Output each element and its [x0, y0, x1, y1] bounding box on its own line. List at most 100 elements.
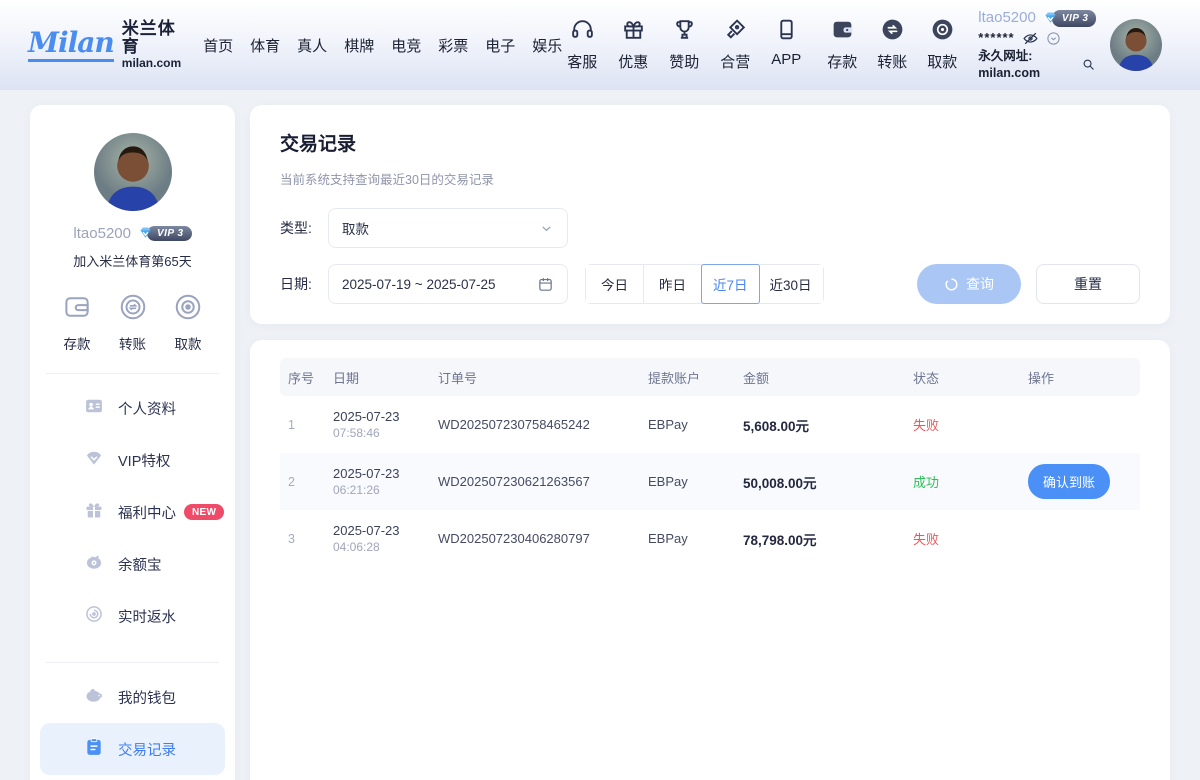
- customer-service-link[interactable]: 客服: [562, 17, 602, 72]
- table-row: 3 2025-07-23 04:06:28 WD2025072304062807…: [280, 510, 1140, 567]
- nav-chess[interactable]: 棋牌: [344, 35, 374, 56]
- row-index: 2: [280, 453, 325, 510]
- table-row: 2 2025-07-23 06:21:26 WD2025072306212635…: [280, 453, 1140, 510]
- nav-sports[interactable]: 体育: [250, 35, 280, 56]
- app-link[interactable]: APP: [766, 17, 806, 72]
- sidebar-item-profile[interactable]: 个人资料: [30, 382, 235, 434]
- sidebar: ltao5200 VIP 3 加入米兰体育第65天 存款 转账: [30, 105, 235, 780]
- avatar[interactable]: [1110, 19, 1162, 71]
- query-button-label: 查询: [966, 274, 994, 294]
- sidebar-item-vip[interactable]: VIP特权: [30, 434, 235, 486]
- type-label: 类型:: [280, 218, 328, 238]
- nav-home[interactable]: 首页: [203, 35, 233, 56]
- my-wallet-icon: [84, 685, 104, 710]
- partner-label: 合营: [720, 51, 750, 72]
- logo-script-text: Milan: [28, 28, 114, 61]
- chevron-circle-icon[interactable]: [1046, 31, 1061, 46]
- col-index: 序号: [280, 358, 325, 396]
- top-bar: Milan 米兰体育 milan.com 首页 体育 真人 棋牌 电竞 彩票 电…: [0, 0, 1200, 90]
- withdraw-filled-icon: [930, 17, 955, 47]
- sidebar-username: ltao5200: [73, 225, 131, 242]
- date-label: 日期:: [280, 274, 328, 294]
- rebate-icon: [84, 604, 104, 629]
- magnifier-icon[interactable]: [1081, 57, 1096, 72]
- customer-service-label: 客服: [567, 51, 597, 72]
- logo-domain: milan.com: [122, 57, 181, 70]
- sidebar-item-transactions[interactable]: 交易记录: [40, 723, 225, 775]
- nav-lottery[interactable]: 彩票: [438, 35, 468, 56]
- row-time: 07:58:46: [333, 426, 422, 440]
- row-action: [1020, 510, 1140, 567]
- promotions-label: 优惠: [618, 51, 648, 72]
- deposit-label-top: 存款: [827, 51, 857, 72]
- row-order-no: WD202507230758465242: [430, 396, 640, 453]
- promotions-link[interactable]: 优惠: [613, 17, 653, 72]
- target-outline-icon: [173, 292, 203, 327]
- deposit-action-label: 存款: [64, 333, 91, 353]
- col-account: 提款账户: [640, 358, 735, 396]
- nav-entertainment[interactable]: 娱乐: [532, 35, 562, 56]
- row-action: [1020, 396, 1140, 453]
- withdraw-action-label: 取款: [175, 333, 202, 353]
- sidebar-item-yuebao[interactable]: 余额宝: [30, 538, 235, 590]
- eye-off-icon[interactable]: [1022, 30, 1039, 47]
- row-time: 04:06:28: [333, 540, 422, 554]
- reset-button[interactable]: 重置: [1036, 264, 1140, 304]
- balance-mask: ******: [978, 29, 1014, 47]
- divider: [46, 662, 219, 663]
- main-nav: 首页 体育 真人 棋牌 电竞 彩票 电子 娱乐: [203, 35, 562, 56]
- sidebar-item-wallet[interactable]: 我的钱包: [30, 671, 235, 723]
- row-date: 2025-07-23: [333, 409, 422, 424]
- range-today-button[interactable]: 今日: [586, 265, 644, 303]
- vip-diamond-icon: [1042, 10, 1059, 27]
- confirm-receipt-button[interactable]: 确认到账: [1028, 464, 1110, 499]
- deposit-link-top[interactable]: 存款: [822, 17, 862, 72]
- withdraw-link-top[interactable]: 取款: [922, 17, 962, 72]
- range-30days-button[interactable]: 近30日: [759, 265, 823, 303]
- sidebar-item-benefits[interactable]: 福利中心 NEW: [30, 486, 235, 538]
- vip-badge: VIP 3: [1042, 10, 1097, 28]
- row-datetime: 2025-07-23 06:21:26: [325, 453, 430, 510]
- table-header-row: 序号 日期 订单号 提款账户 金额 状态 操作: [280, 358, 1140, 396]
- date-range-input[interactable]: 2025-07-19 ~ 2025-07-25: [328, 264, 568, 304]
- transfer-link-top[interactable]: 转账: [872, 17, 912, 72]
- row-status: 失败: [905, 396, 1020, 453]
- username[interactable]: ltao5200: [978, 8, 1036, 28]
- transfer-action[interactable]: 转账: [118, 292, 148, 353]
- id-card-icon: [84, 396, 104, 421]
- sidebar-item-bets[interactable]: 投注记录: [30, 775, 235, 780]
- nav-slots[interactable]: 电子: [485, 35, 515, 56]
- reset-button-label: 重置: [1074, 276, 1102, 292]
- date-range-value: 2025-07-19 ~ 2025-07-25: [342, 277, 496, 292]
- type-select-value: 取款: [342, 218, 369, 238]
- row-account: EBPay: [640, 396, 735, 453]
- sponsor-label: 赞助: [669, 51, 699, 72]
- sidebar-item-wallet-label: 我的钱包: [118, 687, 176, 708]
- sidebar-item-rebate[interactable]: 实时返水: [30, 590, 235, 642]
- col-date: 日期: [325, 358, 430, 396]
- range-yesterday-button[interactable]: 昨日: [644, 265, 702, 303]
- row-amount: 78,798.00元: [735, 510, 905, 567]
- app-label: APP: [771, 51, 801, 68]
- row-time: 06:21:26: [333, 483, 422, 497]
- range-7days-button[interactable]: 近7日: [701, 264, 760, 304]
- partner-link[interactable]: 合营: [715, 17, 755, 72]
- nav-esports[interactable]: 电竞: [391, 35, 421, 56]
- page-subtitle: 当前系统支持查询最近30日的交易记录: [280, 169, 1140, 188]
- row-status: 失败: [905, 510, 1020, 567]
- transaction-records-icon: [84, 737, 104, 762]
- sidebar-quick-actions: 存款 转账 取款: [30, 292, 235, 353]
- query-button[interactable]: 查询: [917, 264, 1021, 304]
- row-order-no: WD202507230406280797: [430, 510, 640, 567]
- sidebar-avatar[interactable]: [94, 133, 172, 211]
- calendar-icon: [537, 276, 554, 293]
- brand-logo[interactable]: Milan 米兰体育 milan.com: [28, 20, 181, 71]
- withdraw-label-top: 取款: [927, 51, 957, 72]
- type-select[interactable]: 取款: [328, 208, 568, 248]
- withdraw-action[interactable]: 取款: [173, 292, 203, 353]
- nav-live[interactable]: 真人: [297, 35, 327, 56]
- chevron-down-icon: [539, 221, 554, 236]
- deposit-action[interactable]: 存款: [62, 292, 92, 353]
- sponsor-link[interactable]: 赞助: [664, 17, 704, 72]
- spinner-icon: [944, 277, 959, 292]
